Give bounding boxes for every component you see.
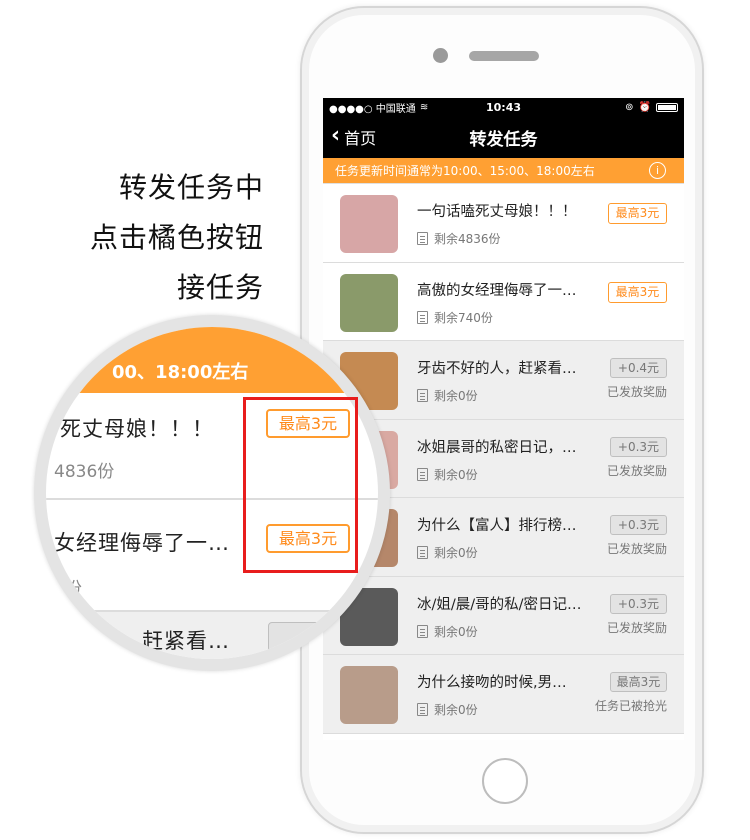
- back-label: 首页: [344, 129, 377, 148]
- speaker-grille: [469, 51, 539, 61]
- magnifier-row-3-button[interactable]: [268, 622, 348, 652]
- task-remain: 剩余0份: [417, 701, 478, 718]
- reward-badge[interactable]: +0.3元: [610, 436, 667, 457]
- reward-badge[interactable]: +0.3元: [610, 593, 667, 614]
- home-button[interactable]: [482, 758, 528, 804]
- task-remain: 剩余0份: [417, 623, 478, 640]
- task-remain-text: 剩余0份: [434, 703, 478, 717]
- task-title: 牙齿不好的人，赶紧看…: [417, 361, 577, 377]
- magnifier-row-2-title: 女经理侮辱了一…: [54, 531, 230, 555]
- task-thumbnail: [340, 666, 398, 724]
- back-button[interactable]: ‹ 首页: [331, 116, 376, 158]
- task-title: 一句话嗑死丈母娘！！！: [417, 204, 577, 220]
- magnifier-row-2-remain: 0份: [54, 579, 82, 599]
- task-row[interactable]: 一句话嗑死丈母娘！！！ 剩余4836份 最高3元: [323, 184, 684, 263]
- caption-line-3: 接任务: [176, 271, 264, 304]
- page-title: 转发任务: [469, 129, 538, 150]
- document-icon: [417, 310, 428, 324]
- accept-task-button[interactable]: 最高3元: [608, 203, 667, 224]
- accept-task-button[interactable]: 最高3元: [608, 281, 667, 303]
- caption-line-2: 点击橘色按钮: [89, 221, 264, 254]
- document-icon: [417, 467, 428, 481]
- task-status: 任务已被抢光: [594, 699, 667, 713]
- reward-badge[interactable]: +0.4元: [610, 358, 667, 378]
- task-remain: 剩余4836份: [417, 230, 501, 247]
- reward-badge[interactable]: 最高3元: [610, 672, 667, 692]
- task-remain: 剩余0份: [417, 544, 478, 561]
- document-icon: [417, 546, 428, 559]
- task-title: 高傲的女经理侮辱了一…: [417, 282, 577, 299]
- task-status: 已发放奖励: [606, 463, 667, 478]
- info-icon[interactable]: i: [649, 162, 666, 179]
- notice-text: 任务更新时间通常为10:00、15:00、18:00左右: [335, 164, 595, 178]
- document-icon: [417, 624, 428, 638]
- task-remain-text: 剩余0份: [434, 467, 478, 482]
- task-remain-text: 剩余0份: [434, 389, 478, 403]
- camera-icon: [433, 48, 448, 63]
- task-remain-text: 剩余0份: [434, 624, 478, 639]
- reward-badge[interactable]: +0.3元: [610, 515, 667, 535]
- magnifier-row-3-title: 赶紧看…: [142, 629, 230, 653]
- battery-icon: [656, 102, 678, 112]
- task-title: 为什么接吻的时候,男…: [417, 675, 567, 691]
- status-bar: ●●●●○ 中国联通 ≋ 10:43 ⊚ ⏰: [323, 98, 684, 116]
- magnifier-row-3: 赶紧看…: [46, 612, 378, 659]
- task-status: 已发放奖励: [606, 542, 667, 556]
- highlight-box: [243, 397, 358, 573]
- task-title: 为什么【富人】排行榜…: [417, 518, 577, 534]
- task-status: 已发放奖励: [606, 620, 667, 635]
- document-icon: [417, 703, 428, 716]
- chevron-left-icon: ‹: [331, 123, 341, 148]
- task-status: 已发放奖励: [606, 385, 667, 399]
- caption-line-1: 转发任务中: [118, 171, 264, 204]
- magnifier-row-1-title: 死丈母娘！！！: [60, 417, 214, 441]
- nav-bar: ‹ 首页 转发任务: [323, 116, 684, 158]
- task-thumbnail: [340, 273, 398, 332]
- task-title: 冰姐晨哥的私密日记，…: [417, 439, 577, 456]
- task-remain: 剩余0份: [417, 466, 478, 483]
- task-row[interactable]: 为什么接吻的时候,男… 剩余0份 最高3元任务已被抢光: [323, 655, 684, 734]
- task-thumbnail: [340, 195, 398, 253]
- task-remain-text: 剩余740份: [434, 310, 493, 325]
- magnifier-row-1-remain: 4836份: [54, 462, 115, 482]
- task-remain: 剩余740份: [417, 309, 493, 326]
- status-time: 10:43: [485, 100, 521, 114]
- magnifier-notice: 00、18:00左右: [46, 327, 378, 393]
- document-icon: [417, 232, 428, 245]
- task-remain: 剩余0份: [417, 387, 478, 404]
- task-title: 冰/姐/晨/哥的私/密日记…: [417, 596, 582, 613]
- document-icon: [417, 389, 428, 402]
- instruction-caption: 转发任务中 点击橘色按钮 接任务: [90, 163, 264, 313]
- task-remain-text: 剩余4836份: [434, 232, 501, 246]
- update-notice: 任务更新时间通常为10:00、15:00、18:00左右 i: [323, 158, 684, 183]
- task-remain-text: 剩余0份: [434, 546, 478, 560]
